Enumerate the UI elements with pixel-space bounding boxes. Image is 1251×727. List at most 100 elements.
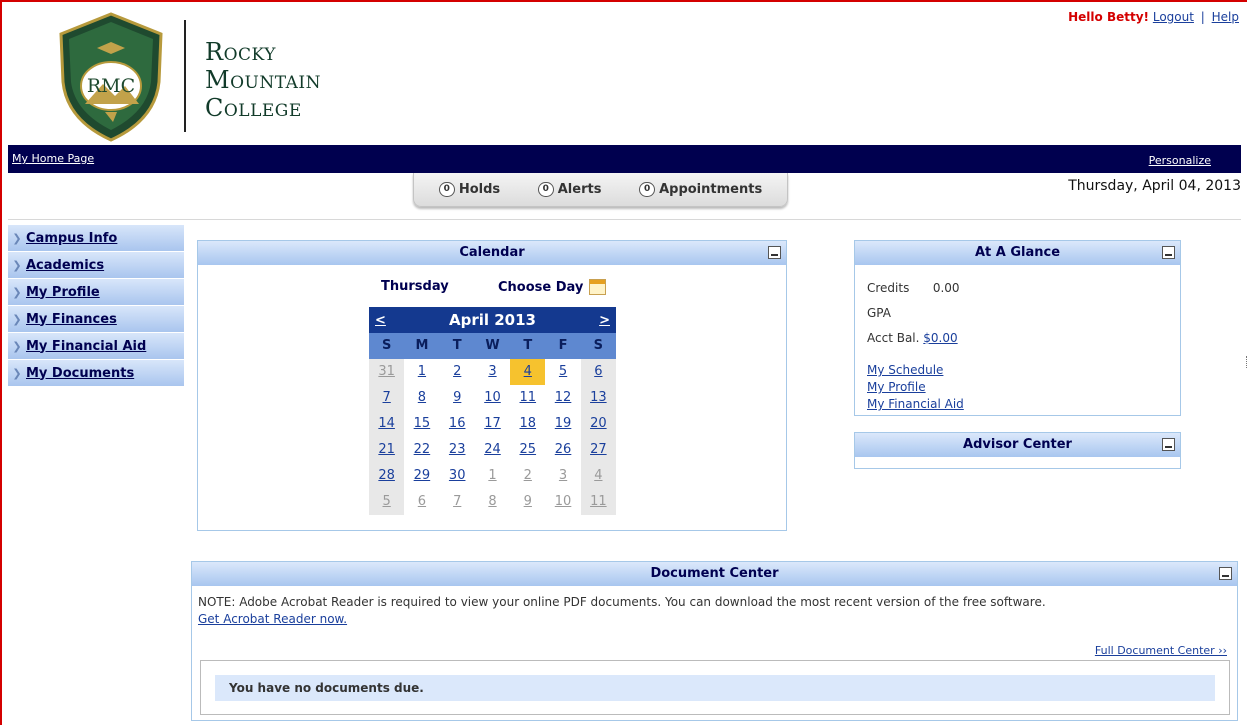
college-name: Rocky Mountain College xyxy=(205,38,321,122)
minimize-icon[interactable] xyxy=(1162,246,1175,259)
account-balance-link[interactable]: $0.00 xyxy=(923,331,957,345)
prev-month-link[interactable]: < xyxy=(375,313,386,328)
calendar-day: 30 xyxy=(439,463,475,489)
calendar-day-link[interactable]: 16 xyxy=(449,416,466,431)
calendar-day-link[interactable]: 9 xyxy=(524,494,532,509)
calendar-day-link[interactable]: 5 xyxy=(559,364,567,379)
college-crest-logo: RMC xyxy=(59,12,163,142)
calendar-day: 12 xyxy=(545,385,581,411)
personalize-link[interactable]: Personalize xyxy=(1149,154,1211,167)
sidebar-item-label: My Finances xyxy=(26,311,117,327)
calendar-day: 14 xyxy=(369,411,405,437)
calendar-day-link[interactable]: 10 xyxy=(555,494,572,509)
calendar-day-link[interactable]: 9 xyxy=(453,390,461,405)
at-a-glance-header: At A Glance xyxy=(855,241,1180,265)
get-acrobat-link[interactable]: Get Acrobat Reader now. xyxy=(198,612,347,626)
my-profile-link[interactable]: My Profile xyxy=(867,380,926,394)
alerts-tab[interactable]: 0 Alerts xyxy=(537,182,601,197)
calendar-day-link[interactable]: 13 xyxy=(590,390,607,405)
calendar-day-link[interactable]: 31 xyxy=(378,364,395,379)
sidebar-item-my-finances[interactable]: ❯ My Finances xyxy=(8,306,184,332)
minimize-icon[interactable] xyxy=(1162,438,1175,451)
my-financial-aid-link[interactable]: My Financial Aid xyxy=(867,397,964,411)
advisor-center-panel: Advisor Center xyxy=(854,432,1181,469)
calendar-day-link[interactable]: 19 xyxy=(555,416,572,431)
calendar-day-link[interactable]: 29 xyxy=(414,468,431,483)
calendar-day: 19 xyxy=(545,411,581,437)
calendar-day-link[interactable]: 17 xyxy=(484,416,501,431)
calendar-day-link[interactable]: 28 xyxy=(378,468,395,483)
calendar-day-link[interactable]: 11 xyxy=(520,390,537,405)
calendar-day-link[interactable]: 12 xyxy=(555,390,572,405)
college-name-line: Rocky xyxy=(205,38,276,66)
help-link[interactable]: Help xyxy=(1212,10,1239,24)
calendar-day-link[interactable]: 2 xyxy=(453,364,461,379)
appointments-tab[interactable]: 0 Appointments xyxy=(639,182,762,197)
calendar-day: 4 xyxy=(580,463,616,489)
calendar-day-link[interactable]: 2 xyxy=(524,468,532,483)
calendar-day-link[interactable]: 11 xyxy=(590,494,607,509)
calendar-day-link[interactable]: 3 xyxy=(488,364,496,379)
calendar-day-link[interactable]: 6 xyxy=(418,494,426,509)
calendar-day-link[interactable]: 8 xyxy=(488,494,496,509)
sidebar-item-my-profile[interactable]: ❯ My Profile xyxy=(8,279,184,305)
sidebar-item-campus-info[interactable]: ❯ Campus Info xyxy=(8,225,184,251)
my-schedule-link[interactable]: My Schedule xyxy=(867,363,943,377)
calendar-day-link[interactable]: 20 xyxy=(590,416,607,431)
scrollbar-grip[interactable] xyxy=(1246,356,1249,368)
holds-tab[interactable]: 0 Holds xyxy=(438,182,500,197)
calendar-week-row: 28 29 30 1 2 3 4 xyxy=(369,463,616,489)
calendar-day-link[interactable]: 7 xyxy=(383,390,391,405)
minimize-icon[interactable] xyxy=(768,246,781,259)
calendar-day: 7 xyxy=(439,489,475,515)
calendar-day-link[interactable]: 7 xyxy=(453,494,461,509)
full-document-center-link[interactable]: Full Document Center ›› xyxy=(1095,644,1227,657)
minimize-icon[interactable] xyxy=(1219,567,1232,580)
calendar-day-link[interactable]: 15 xyxy=(414,416,431,431)
calendar-day-link[interactable]: 22 xyxy=(414,442,431,457)
calendar-day-link[interactable]: 14 xyxy=(378,416,395,431)
calendar-day: 11 xyxy=(580,489,616,515)
calendar-day-link[interactable]: 3 xyxy=(559,468,567,483)
sidebar-item-label: Campus Info xyxy=(26,230,118,246)
calendar-day-link[interactable]: 30 xyxy=(449,468,466,483)
calendar-picker-icon[interactable] xyxy=(589,279,607,295)
calendar-day-link[interactable]: 8 xyxy=(418,390,426,405)
alerts-count-badge: 0 xyxy=(537,182,554,197)
day-of-week-header: F xyxy=(545,333,581,359)
calendar-day: 22 xyxy=(404,437,440,463)
logo-divider xyxy=(184,20,186,132)
calendar-day-link[interactable]: 18 xyxy=(520,416,537,431)
calendar-day-link[interactable]: 10 xyxy=(484,390,501,405)
my-home-page-link[interactable]: My Home Page xyxy=(12,152,94,165)
calendar-day-link[interactable]: 4 xyxy=(594,468,602,483)
calendar-day: 18 xyxy=(510,411,546,437)
notification-tabs: 0 Holds 0 Alerts 0 Appointments xyxy=(413,173,788,207)
calendar-day-link[interactable]: 5 xyxy=(383,494,391,509)
next-month-link[interactable]: > xyxy=(599,313,610,328)
calendar-day: 1 xyxy=(474,463,511,489)
calendar-day-link[interactable]: 23 xyxy=(449,442,466,457)
calendar-day-link[interactable]: 24 xyxy=(484,442,501,457)
calendar-day-link[interactable]: 26 xyxy=(555,442,572,457)
sidebar-item-my-documents[interactable]: ❯ My Documents xyxy=(8,360,184,386)
month-calendar: < April 2013 > SMTWTFS 31 1 2 3 4 5 6 7 8 9 10 11 12… xyxy=(369,307,616,515)
link-separator: | xyxy=(1200,10,1205,24)
calendar-day-link[interactable]: 25 xyxy=(520,442,537,457)
calendar-day: 8 xyxy=(404,385,440,411)
calendar-day-link[interactable]: 4 xyxy=(524,364,532,379)
calendar-day-today: 4 xyxy=(510,359,546,385)
sidebar-item-my-financial-aid[interactable]: ❯ My Financial Aid xyxy=(8,333,184,359)
calendar-day-link[interactable]: 27 xyxy=(590,442,607,457)
calendar-day-link[interactable]: 6 xyxy=(594,364,602,379)
calendar-day: 11 xyxy=(510,385,546,411)
calendar-day: 20 xyxy=(580,411,616,437)
logout-link[interactable]: Logout xyxy=(1153,10,1194,24)
day-of-week-header: M xyxy=(404,333,440,359)
calendar-day-link[interactable]: 1 xyxy=(488,468,496,483)
calendar-day-link[interactable]: 21 xyxy=(378,442,395,457)
choose-day-control[interactable]: Choose Day xyxy=(498,279,607,295)
calendar-day: 9 xyxy=(510,489,546,515)
sidebar-item-academics[interactable]: ❯ Academics xyxy=(8,252,184,278)
calendar-day-link[interactable]: 1 xyxy=(418,364,426,379)
